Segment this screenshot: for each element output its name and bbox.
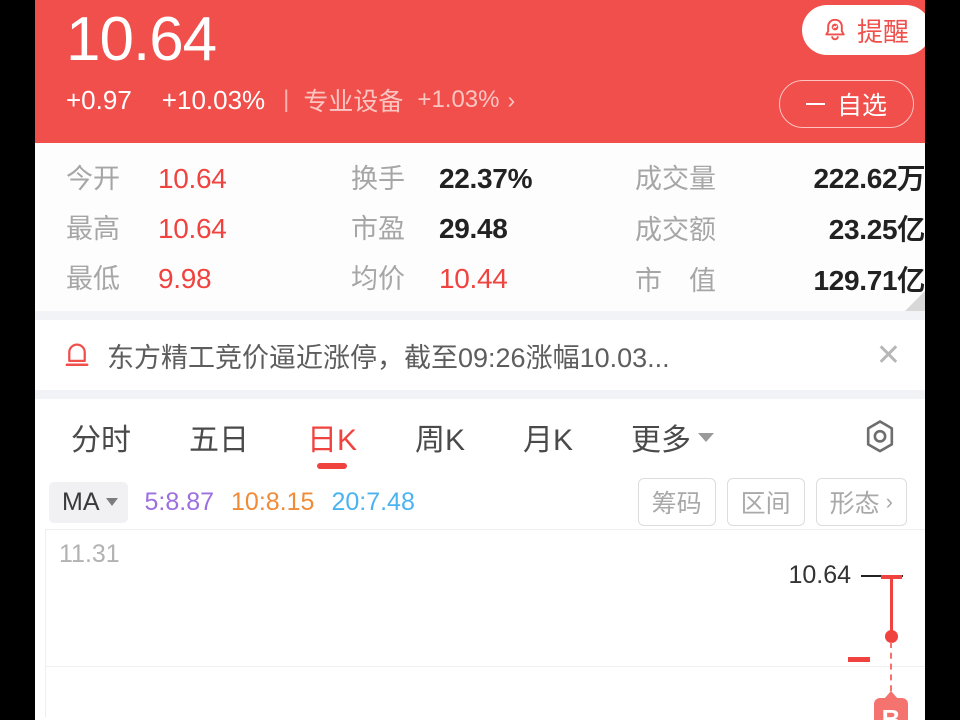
tab-label: 日K — [307, 424, 358, 457]
horn-icon — [65, 343, 89, 366]
stat-value: 23.25亿 — [828, 214, 925, 245]
chart-period-tabs: 分时 五日 日K 周K 月K 更多 — [35, 399, 925, 475]
sector-link-label[interactable]: 专业设备 — [303, 82, 403, 118]
last-price-label: 10.64 — [788, 561, 851, 589]
stat-value: 222.62万 — [813, 163, 925, 194]
stat-row: 市盈 29.48 — [351, 207, 627, 246]
stat-row: 成交量 222.62万 — [635, 157, 925, 197]
news-banner[interactable]: 东方精工竞价逼近涨停，截至09:26涨幅10.03... ✕ — [35, 320, 925, 390]
chips-button-label: 筹码 — [651, 490, 702, 518]
tab-five-day[interactable]: 五日 — [179, 399, 259, 475]
stat-row: 市 值 129.71亿 — [635, 259, 925, 299]
add-to-watchlist-button[interactable]: 自选 — [778, 80, 914, 128]
stats-grid: 今开 10.64 最高 10.64 最低 9.98 换手 22.37% 市盈 2… — [35, 143, 925, 311]
tab-label: 周K — [415, 424, 466, 457]
chevron-down-icon — [698, 432, 715, 442]
pattern-button[interactable]: 形态 › — [815, 478, 907, 526]
ma-label: MA — [62, 487, 100, 516]
buy-marker-badge[interactable]: B — [874, 698, 908, 720]
stat-label: 最低 — [66, 264, 120, 294]
stat-row: 换手 22.37% — [351, 157, 627, 196]
stat-row: 最高 10.64 — [66, 207, 342, 246]
chevron-right-icon: › — [885, 489, 893, 514]
quote-header: 10.64 +0.97 +10.03% | 专业设备 +1.03% › 提醒 自… — [35, 0, 925, 143]
section-divider-2 — [35, 390, 925, 399]
gear-icon[interactable] — [859, 416, 901, 458]
tab-more[interactable]: 更多 — [621, 399, 724, 475]
k-line-chart[interactable]: 11.31 10.64 B — [45, 529, 925, 720]
range-button[interactable]: 区间 — [726, 478, 805, 526]
tab-label: 五日 — [189, 424, 249, 457]
chart-tool-buttons: 筹码 区间 形态 › — [637, 478, 907, 526]
bell-icon — [825, 18, 845, 41]
stat-row: 均价 10.44 — [351, 257, 627, 296]
tab-more-label: 更多 — [631, 424, 692, 457]
stat-row: 今开 10.64 — [66, 157, 342, 196]
news-banner-text: 东方精工竞价逼近涨停，截至09:26涨幅10.03... — [107, 342, 670, 373]
stat-value: 10.64 — [158, 213, 227, 244]
chevron-right-icon[interactable]: › — [508, 87, 516, 114]
tab-daily-k[interactable]: 日K — [297, 399, 367, 475]
range-button-label: 区间 — [740, 490, 791, 518]
change-absolute: +0.97 — [66, 84, 132, 115]
indicator-row: MA 5:8.87 10:8.15 20:7.48 筹码 区间 形态 › — [35, 475, 925, 529]
stat-label: 均价 — [351, 264, 405, 294]
tab-fenshi[interactable]: 分时 — [61, 399, 141, 475]
tab-weekly-k[interactable]: 周K — [405, 399, 475, 475]
section-divider — [35, 311, 925, 320]
sector-change-percent: +1.03% — [417, 86, 500, 113]
alert-button-label: 提醒 — [856, 16, 909, 47]
stat-value: 9.98 — [158, 263, 212, 294]
ma5-value: 5:8.87 — [144, 487, 215, 516]
close-icon[interactable]: ✕ — [866, 338, 901, 373]
ma20-value: 20:7.48 — [331, 487, 415, 516]
stat-value: 29.48 — [439, 213, 508, 244]
stat-label: 市 值 — [635, 266, 716, 296]
stat-value: 22.37% — [439, 163, 533, 194]
chart-high-label: 11.31 — [59, 540, 120, 568]
watchlist-button-label: 自选 — [836, 92, 887, 120]
ma-values: 5:8.87 10:8.15 20:7.48 — [145, 488, 415, 517]
minus-icon — [805, 102, 825, 106]
reference-dash-mark — [848, 657, 870, 662]
candle-body — [890, 575, 893, 635]
header-divider: | — [283, 86, 290, 113]
pattern-button-label: 形态 — [829, 490, 880, 518]
tab-monthly-k[interactable]: 月K — [513, 399, 583, 475]
ma-selector-button[interactable]: MA — [49, 481, 128, 523]
chips-button[interactable]: 筹码 — [637, 478, 716, 526]
tab-label: 分时 — [71, 424, 131, 457]
stat-value: 129.71亿 — [813, 265, 925, 296]
stat-row: 最低 9.98 — [66, 257, 342, 296]
chart-gridline — [46, 666, 925, 667]
stats-column-3: 成交量 222.62万 成交额 23.25亿 市 值 129.71亿 — [627, 157, 925, 299]
stat-label: 市盈 — [351, 214, 405, 244]
stat-label: 换手 — [351, 164, 405, 194]
stats-column-1: 今开 10.64 最高 10.64 最低 9.98 — [35, 157, 342, 299]
tab-label: 月K — [523, 424, 574, 457]
expand-corner-icon[interactable] — [905, 291, 925, 311]
stat-label: 最高 — [66, 214, 120, 244]
chevron-down-icon — [105, 498, 118, 506]
stat-label: 成交额 — [635, 215, 716, 245]
change-percent: +10.03% — [161, 84, 266, 115]
alert-button[interactable]: 提醒 — [801, 5, 925, 55]
stat-label: 成交量 — [635, 164, 716, 194]
stats-column-2: 换手 22.37% 市盈 29.48 均价 10.44 — [342, 157, 627, 299]
stat-row: 成交额 23.25亿 — [635, 208, 925, 248]
last-price: 10.64 — [66, 5, 217, 74]
stat-value: 10.64 — [158, 163, 227, 194]
app-screen: 10.64 +0.97 +10.03% | 专业设备 +1.03% › 提醒 自… — [35, 0, 925, 720]
stat-value: 10.44 — [439, 263, 508, 294]
ma10-value: 10:8.15 — [231, 487, 315, 516]
stat-label: 今开 — [66, 164, 120, 194]
